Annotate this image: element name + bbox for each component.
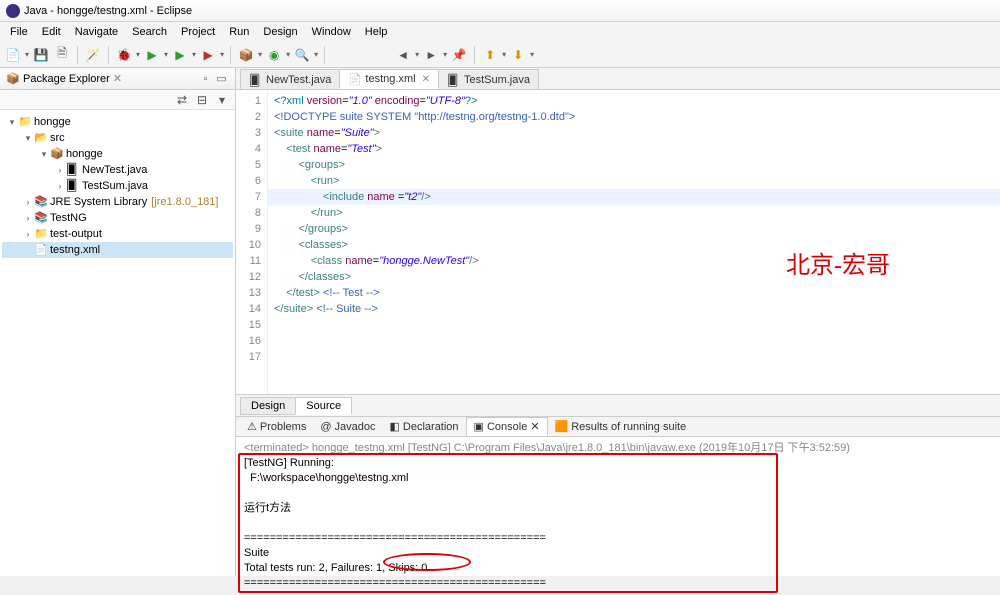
window-title-bar: Java - hongge/testng.xml - Eclipse [0,0,1000,22]
open-type-button[interactable]: 🔍 [293,46,311,64]
decl-icon: ◧ [390,420,400,433]
code-editor[interactable]: 1234567891011121314151617 <?xml version=… [236,90,1000,394]
new-class-button[interactable]: ◉ [265,46,283,64]
menu-navigate[interactable]: Navigate [69,24,124,40]
view-tab-javadoc[interactable]: @ Javadoc [313,419,382,435]
view-tab-problems[interactable]: ⚠Problems [240,418,313,435]
package-explorer-view: 📦 Package Explorer ✕ ▫ ▭ ⇄ ⊟ ▾ ▾📁hongge▾… [0,68,236,576]
console-output[interactable]: <terminated> hongge_testng.xml [TestNG] … [236,437,1000,595]
editor-tab-newtest-java[interactable]: 🂠NewTest.java [240,69,340,89]
external-tools-button[interactable]: ▶ [199,46,217,64]
menu-window[interactable]: Window [306,24,357,40]
cons-icon: ▣ [474,420,484,433]
maximize-icon[interactable]: ▭ [214,71,229,86]
menu-search[interactable]: Search [126,24,173,40]
minimize-icon[interactable]: ▫ [198,71,213,86]
tab-source[interactable]: Source [295,397,352,415]
menu-run[interactable]: Run [223,24,255,40]
new-button[interactable]: 📄 [4,46,22,64]
save-all-button[interactable]: 🗎 [53,46,71,64]
tab-design[interactable]: Design [240,397,296,415]
forward-button[interactable]: ► [422,46,440,64]
console-view: ⚠Problems@ Javadoc◧Declaration▣Console✕🟧… [236,416,1000,576]
menu-bar: FileEditNavigateSearchProjectRunDesignWi… [0,22,1000,42]
view-title: Package Explorer [23,73,110,85]
window-title: Java - hongge/testng.xml - Eclipse [24,5,192,17]
ng-icon: 🟧 [555,420,569,433]
main-toolbar: 📄▾ 💾 🗎 🪄 🐞▾ ▶▾ ▶▾ ▶▾ 📦▾ ◉▾ 🔍▾ ◄▾ ►▾ 📌 ⬆▾… [0,42,1000,68]
tree-item-testsum-java[interactable]: ›🂠TestSum.java [2,178,233,194]
tree-item-hongge[interactable]: ▾📁hongge [2,114,233,130]
tree-item-test-output[interactable]: ›📁test-output [2,226,233,242]
editor-mode-tabs: Design Source [236,394,1000,416]
close-icon[interactable]: ✕ [422,74,430,85]
tree-item-testng[interactable]: ›📚TestNG [2,210,233,226]
project-tree[interactable]: ▾📁hongge▾📂src▾📦hongge›🂠NewTest.java›🂠Tes… [0,110,235,576]
editor-tab-testsum-java[interactable]: 🂠TestSum.java [438,69,539,89]
tree-item-src[interactable]: ▾📂src [2,130,233,146]
menu-file[interactable]: File [4,24,34,40]
jdoc-icon: @ [320,421,331,433]
view-tab-declaration[interactable]: ◧Declaration [383,418,466,435]
bottom-view-tabs: ⚠Problems@ Javadoc◧Declaration▣Console✕🟧… [236,417,1000,437]
wand-button[interactable]: 🪄 [84,46,102,64]
code-content[interactable]: <?xml version="1.0" encoding="UTF-8"?> <… [268,90,1000,394]
editor-tabs: 🂠NewTest.java📄testng.xml✕🂠TestSum.java [236,68,1000,90]
tree-item-jre-system-library[interactable]: ›📚JRE System Library[jre1.8.0_181] [2,194,233,210]
collapse-all-icon[interactable]: ⊟ [193,91,211,109]
editor-tab-testng-xml[interactable]: 📄testng.xml✕ [339,69,439,89]
prob-icon: ⚠ [247,420,257,433]
next-button[interactable]: ⬇ [509,46,527,64]
eclipse-icon [6,4,20,18]
tree-item-testng-xml[interactable]: 📄testng.xml [2,242,233,258]
close-icon[interactable]: ✕ [530,420,539,433]
view-tab-results-of-running-suite[interactable]: 🟧Results of running suite [548,418,694,435]
save-button[interactable]: 💾 [32,46,50,64]
menu-help[interactable]: Help [359,24,394,40]
tree-item-hongge[interactable]: ▾📦hongge [2,146,233,162]
pin-button[interactable]: 📌 [450,46,468,64]
menu-project[interactable]: Project [175,24,221,40]
line-numbers: 1234567891011121314151617 [236,90,268,394]
tree-item-newtest-java[interactable]: ›🂠NewTest.java [2,162,233,178]
view-tab-package-explorer[interactable]: 📦 Package Explorer ✕ ▫ ▭ [0,68,235,90]
annotation-box [238,453,778,593]
debug-button[interactable]: 🐞 [115,46,133,64]
link-editor-icon[interactable]: ⇄ [173,91,191,109]
menu-edit[interactable]: Edit [36,24,67,40]
package-explorer-icon: 📦 [6,72,20,86]
menu-design[interactable]: Design [257,24,303,40]
back-button[interactable]: ◄ [394,46,412,64]
annotation-circle [383,553,471,571]
new-package-button[interactable]: 📦 [237,46,255,64]
prev-button[interactable]: ⬆ [481,46,499,64]
view-menu-icon[interactable]: ▾ [213,91,231,109]
coverage-button[interactable]: ▶ [171,46,189,64]
run-button[interactable]: ▶ [143,46,161,64]
view-tab-console[interactable]: ▣Console✕ [466,417,548,436]
